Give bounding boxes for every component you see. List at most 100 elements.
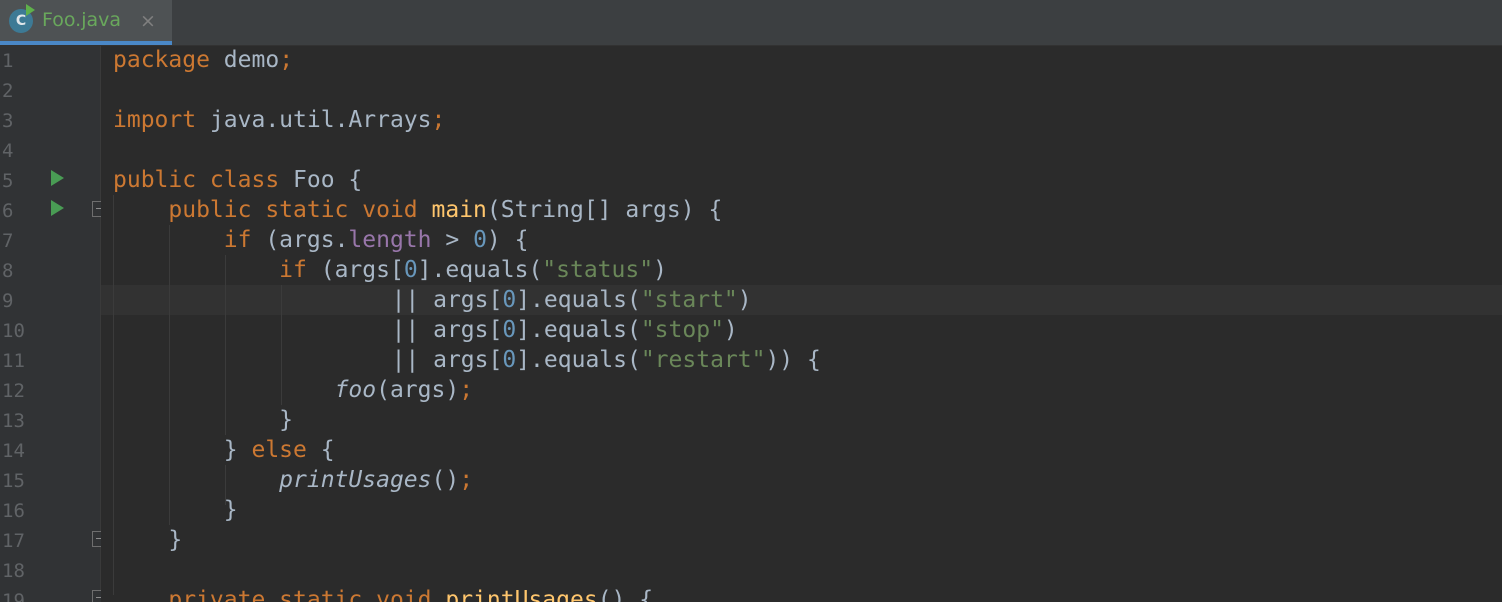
number: 0	[473, 227, 487, 253]
line-number: 16	[2, 500, 25, 522]
tab-foo-java[interactable]: C Foo.java ×	[0, 0, 172, 45]
identifier: demo	[209, 47, 280, 73]
line-number: 15	[2, 470, 25, 492]
line-number: 6	[2, 200, 14, 222]
code-line-12: foo(args);	[113, 375, 474, 405]
string: "status"	[542, 257, 654, 283]
identifier: ].equals(	[417, 257, 543, 283]
run-class-icon[interactable]	[51, 170, 64, 186]
identifier: || args[	[391, 287, 503, 313]
code-line-15: printUsages();	[113, 465, 473, 495]
field: length	[348, 227, 432, 253]
identifier: || args[	[391, 347, 503, 373]
identifier: ()	[431, 467, 460, 493]
brace: }	[223, 437, 252, 463]
identifier: () {	[597, 587, 654, 602]
code-line-1: package demo;	[113, 45, 293, 75]
number: 0	[502, 317, 517, 343]
line-number: 8	[2, 260, 14, 282]
identifier: (String[] args) {	[486, 197, 723, 223]
identifier: (args[	[306, 257, 404, 283]
code-line-6: public static void main(String[] args) {	[113, 195, 722, 225]
identifier: Foo {	[279, 167, 363, 193]
line-number: 17	[2, 530, 25, 552]
keyword: else	[251, 437, 307, 463]
identifier: ].equals(	[516, 347, 641, 373]
code-line-19: private static void printUsages() {	[113, 585, 653, 602]
tab-label: Foo.java	[42, 9, 122, 31]
line-number: 4	[2, 140, 14, 162]
identifier: ].equals(	[516, 287, 641, 313]
line-number: 18	[2, 560, 25, 582]
operator: >	[431, 227, 474, 253]
editor-gutter: 1 2 3 4 5 6 7 8 9 10 11 12 13 14 15 16 17 18 19	[0, 46, 100, 602]
keyword: if	[223, 227, 252, 253]
run-main-icon[interactable]	[51, 200, 64, 216]
semicolon: ;	[459, 377, 474, 403]
semicolon: ;	[279, 47, 294, 73]
keyword: public static void	[168, 197, 418, 223]
line-number: 1	[2, 50, 14, 72]
method-name: main	[431, 197, 487, 223]
string: "restart"	[640, 347, 766, 373]
line-number: 19	[2, 590, 25, 602]
brace: }	[223, 497, 238, 523]
identifier: (args)	[376, 377, 460, 403]
code-line-7: if (args.length > 0) {	[113, 225, 529, 255]
number: 0	[502, 347, 517, 373]
code-line-11: || args[0].equals("restart")) {	[170, 345, 821, 375]
line-number: 12	[2, 380, 25, 402]
identifier: )	[653, 257, 667, 283]
line-number: 10	[2, 320, 25, 342]
line-number: 11	[2, 350, 25, 372]
line-number: 5	[2, 170, 14, 192]
semicolon: ;	[431, 107, 446, 133]
code-line-10: || args[0].equals("stop")	[170, 315, 738, 345]
code-line-9: || args[0].equals("start")	[170, 285, 752, 315]
code-line-14: } else {	[113, 435, 335, 465]
static-call: foo	[334, 377, 377, 403]
number: 0	[403, 257, 418, 283]
semicolon: ;	[459, 467, 474, 493]
keyword: if	[279, 257, 307, 283]
identifier: )	[723, 317, 738, 343]
keyword: private static void	[168, 587, 432, 602]
line-number: 13	[2, 410, 25, 432]
code-line-5: public class Foo {	[113, 165, 362, 195]
identifier: (args.	[251, 227, 349, 253]
code-line-17: }	[113, 525, 182, 555]
method-name: printUsages	[445, 587, 598, 602]
identifier: ].equals(	[516, 317, 641, 343]
line-number: 14	[2, 440, 25, 462]
keyword: import	[113, 107, 197, 133]
brace: }	[279, 407, 294, 433]
string: "stop"	[640, 317, 724, 343]
line-number: 2	[2, 80, 14, 102]
close-icon[interactable]: ×	[140, 7, 156, 35]
code-line-13: }	[113, 405, 293, 435]
keyword: public class	[113, 167, 280, 193]
identifier: )) {	[765, 347, 821, 373]
identifier: ) {	[486, 227, 529, 253]
line-number: 7	[2, 230, 14, 252]
code-line-3: import java.util.Arrays;	[113, 105, 445, 135]
line-number: 9	[2, 290, 14, 312]
identifier: )	[737, 287, 752, 313]
static-call: printUsages	[279, 467, 432, 493]
keyword: package	[113, 47, 210, 73]
brace: {	[306, 437, 335, 463]
number: 0	[502, 287, 517, 313]
identifier: java.util.Arrays	[196, 107, 432, 133]
